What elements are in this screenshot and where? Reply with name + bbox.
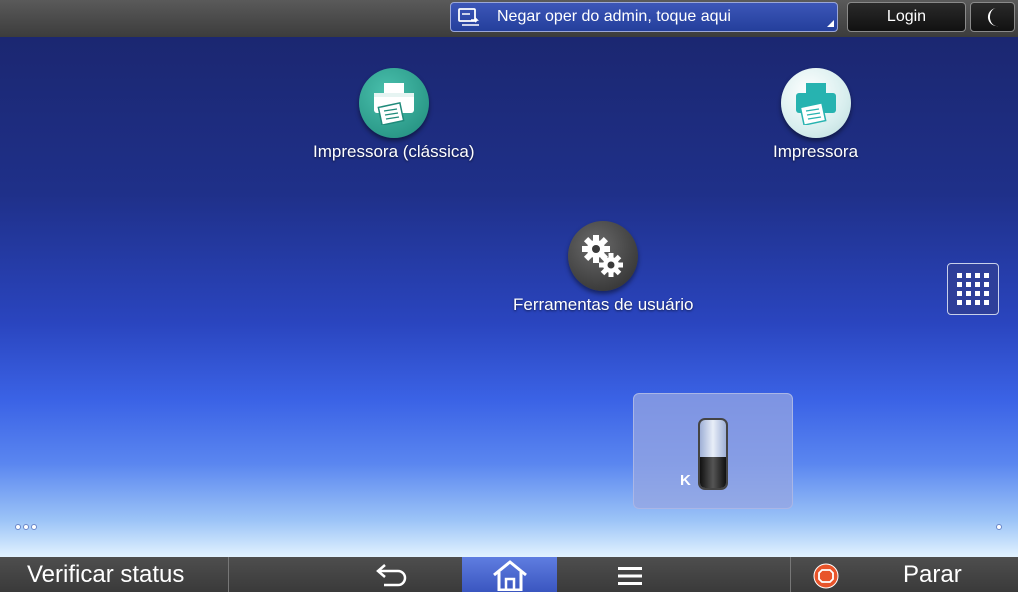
top-bar: Negar oper do admin, toque aqui Login	[0, 0, 1018, 37]
app-list-button[interactable]	[947, 263, 999, 315]
grid-icon	[957, 273, 989, 305]
page-dot	[23, 524, 29, 530]
menu-icon[interactable]	[616, 565, 644, 587]
toner-level-fill	[700, 457, 726, 488]
app-printer-classic[interactable]: Impressora (clássica)	[313, 68, 475, 162]
app-user-tools[interactable]: Ferramentas de usuário	[513, 221, 693, 315]
app-label: Impressora (clássica)	[313, 142, 475, 161]
check-status-button[interactable]: Verificar status	[0, 557, 229, 592]
page-dot	[996, 524, 1002, 530]
bottom-bar: Verificar status Parar	[0, 557, 1018, 592]
back-icon[interactable]	[372, 563, 408, 587]
app-label: Ferramentas de usuário	[513, 295, 694, 314]
toner-color-label: K	[680, 472, 691, 489]
admin-message: Negar oper do admin, toque aqui	[497, 8, 731, 25]
login-button[interactable]: Login	[847, 2, 966, 32]
app-label: Impressora	[773, 142, 859, 161]
app-printer[interactable]: Impressora	[773, 68, 858, 162]
page-indicator-left	[15, 524, 37, 530]
admin-access-button[interactable]: Negar oper do admin, toque aqui	[450, 2, 838, 32]
printer-icon	[780, 68, 851, 138]
expand-corner-icon	[827, 20, 834, 27]
toner-widget[interactable]: K	[633, 393, 793, 509]
stop-label: Parar	[903, 561, 962, 588]
home-icon	[492, 559, 527, 591]
stop-icon	[813, 563, 839, 589]
page-dot	[15, 524, 21, 530]
stop-button[interactable]: Parar	[790, 557, 1018, 592]
moon-icon	[987, 8, 998, 27]
page-indicator-right	[996, 524, 1002, 530]
home-screen: Impressora (clássica) Impressora Ferrame…	[0, 37, 1018, 557]
printer-classic-icon	[358, 68, 429, 138]
admin-screen-icon	[458, 8, 479, 26]
toner-bottle-icon	[698, 418, 728, 490]
gear-icon	[568, 221, 639, 291]
home-button[interactable]	[462, 557, 557, 592]
page-dot	[31, 524, 37, 530]
energy-saver-button[interactable]	[970, 2, 1015, 32]
